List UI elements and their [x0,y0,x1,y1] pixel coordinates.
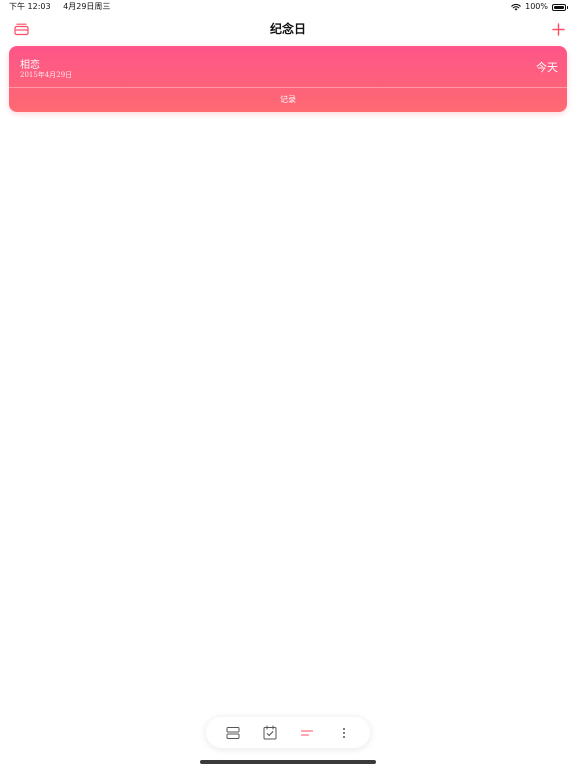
status-left: 下午 12:03 4月29日周三 [9,0,110,14]
plus-icon [551,22,565,36]
battery-fill [554,5,564,9]
page-title: 纪念日 [269,22,306,36]
nav-bar: 纪念日 [0,14,576,44]
status-date: 4月29日周三 [63,2,111,11]
anniversary-date: 2015年4月29日 [20,71,73,79]
battery-icon [552,3,568,11]
anniversary-card-header[interactable]: 相恋 2015年4月29日 今天 [9,46,567,87]
add-button[interactable] [548,20,568,38]
status-right: 100% [511,0,568,14]
status-time: 下午 12:03 [9,2,51,11]
more-button[interactable] [332,721,356,745]
list-view-button[interactable] [221,721,245,745]
bottom-toolbar [206,717,370,748]
list-view-icon [226,726,239,739]
home-indicator [200,760,376,764]
record-button[interactable]: 记录 [9,88,567,112]
anniversary-name: 相恋 [20,60,40,71]
battery-percent: 100% [525,2,548,11]
anniversary-days: 今天 [536,61,558,74]
more-icon [342,727,345,738]
status-bar: 下午 12:03 4月29日周三 100% [0,0,576,14]
sort-icon [300,729,313,736]
calendar-check-icon [263,725,276,740]
anniversary-card[interactable]: 相恋 2015年4月29日 今天 记录 [9,46,567,112]
calendar-check-button[interactable] [258,721,282,745]
sort-button[interactable] [295,721,319,745]
app-screen: 下午 12:03 4月29日周三 100% 纪念日 相恋 2015年4月29日 … [0,0,576,768]
wifi-icon [511,4,521,11]
